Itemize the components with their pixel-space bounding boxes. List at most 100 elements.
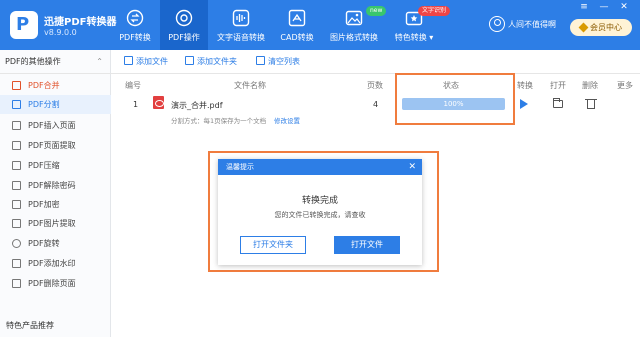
sidebar-item-pdf-merge[interactable]: PDF合并 (0, 76, 111, 95)
add-file-label: 添加文件 (136, 57, 168, 66)
delete-page-icon (12, 279, 21, 288)
conversion-complete-dialog: 温馨提示 ✕ 转换完成 您的文件已转换完成，请查收 打开文件夹 打开文件 (218, 159, 422, 265)
close-button[interactable]: ✕ (618, 2, 630, 12)
add-folder-label: 添加文件夹 (197, 57, 237, 66)
watermark-icon (12, 259, 21, 268)
nav-label: CAD转换 (280, 33, 314, 42)
row-pages: 4 (373, 100, 379, 109)
clear-list-icon (256, 56, 265, 65)
cad-icon (288, 9, 306, 27)
col-more: 更多 (617, 81, 633, 90)
row-filename: 演示_合并.pdf (171, 101, 223, 110)
nav-cad-convert[interactable]: CAD转换 (276, 0, 318, 50)
extract-page-icon (12, 141, 21, 150)
sidebar-item-label: PDF图片提取 (28, 219, 76, 228)
clear-list-label: 清空列表 (268, 57, 300, 66)
merge-icon (12, 81, 21, 90)
table-row[interactable]: 1 演示_合并.pdf 分割方式：每1页保存为一个文档 修改设置 4 (111, 94, 640, 126)
compress-icon (12, 161, 21, 170)
member-center-button[interactable]: 会员中心 (570, 19, 632, 36)
dialog-title: 转换完成 (301, 196, 338, 206)
col-delete: 删除 (582, 81, 598, 90)
dialog-message: 您的文件已转换完成，请查收 (274, 211, 366, 219)
sidebar-item-label: PDF分割 (28, 100, 60, 109)
nav-pdf-convert[interactable]: PDF转换 (112, 0, 158, 50)
image-icon (345, 9, 363, 27)
convert-icon (126, 9, 144, 27)
audio-wave-icon (232, 9, 250, 27)
trash-icon[interactable] (585, 99, 597, 109)
sidebar-item-pdf-extract-page[interactable]: PDF页面提取 (0, 136, 111, 155)
sidebar-item-label: PDF页面提取 (28, 141, 76, 150)
col-open: 打开 (550, 81, 566, 90)
toolbar: 添加文件 添加文件夹 清空列表 (111, 50, 640, 74)
sidebar-item-pdf-watermark[interactable]: PDF添加水印 (0, 254, 111, 273)
sidebar-item-pdf-split[interactable]: PDF分割 (0, 95, 111, 114)
nav-label-text: 特色转换 (394, 33, 427, 42)
sidebar-header[interactable]: PDF的其他操作 ⌃ (0, 50, 111, 74)
pdf-file-icon (153, 96, 164, 109)
nav-label: 文字语音转换 (217, 33, 265, 42)
rotate-icon (12, 239, 21, 248)
open-folder-button[interactable]: 打开文件夹 (240, 236, 306, 254)
chevron-up-icon[interactable]: ⌃ (96, 50, 103, 74)
minimize-button[interactable]: — (598, 2, 610, 12)
close-icon[interactable]: ✕ (408, 159, 416, 175)
clear-list-button[interactable]: 清空列表 (256, 56, 300, 67)
sidebar-item-pdf-encrypt[interactable]: PDF加密 (0, 195, 111, 214)
image-extract-icon (12, 219, 21, 228)
new-badge: new (366, 6, 387, 16)
col-pages: 页数 (367, 81, 383, 90)
sidebar-header-label: PDF的其他操作 (5, 57, 61, 66)
sidebar-item-label: PDF压缩 (28, 161, 60, 170)
pdf-operation-icon (175, 9, 193, 27)
col-index: 编号 (125, 81, 141, 90)
dialog-header-title: 温馨提示 (226, 163, 254, 171)
app-logo: P (10, 11, 38, 39)
sidebar-item-pdf-insert-page[interactable]: PDF插入页面 (0, 116, 111, 135)
nav-pdf-operation[interactable]: PDF操作 (160, 0, 208, 50)
sidebar-item-label: PDF合并 (28, 81, 60, 90)
modify-settings-link[interactable]: 修改设置 (274, 115, 300, 125)
diamond-icon (578, 22, 589, 33)
unlock-icon (12, 181, 21, 190)
play-icon[interactable] (520, 99, 528, 109)
sidebar: PDF的其他操作 ⌃ PDF合并 PDF分割 PDF插入页面 PDF页面提取 PD… (0, 50, 111, 337)
sidebar-item-label: PDF旋转 (28, 239, 60, 248)
status-highlight-box (395, 73, 515, 125)
nav-label: 图片格式转换 (330, 33, 378, 42)
row-split-mode: 分割方式：每1页保存为一个文档 (171, 117, 267, 125)
menu-icon[interactable]: ≡ (578, 2, 590, 12)
sidebar-item-pdf-image-extract[interactable]: PDF图片提取 (0, 214, 111, 233)
add-folder-button[interactable]: 添加文件夹 (185, 56, 237, 67)
ocr-badge: 文字识别 (418, 6, 451, 16)
user-name[interactable]: 人间不值得啊 (508, 19, 556, 30)
add-file-button[interactable]: 添加文件 (124, 56, 168, 67)
open-file-button[interactable]: 打开文件 (334, 236, 400, 254)
sidebar-item-pdf-rotate[interactable]: PDF旋转 (0, 234, 111, 253)
logo-letter: P (16, 14, 30, 35)
folder-open-icon[interactable] (553, 98, 563, 108)
split-icon (12, 100, 21, 109)
app-name: 迅捷PDF转换器 (44, 17, 117, 28)
member-center-label: 会员中心 (590, 23, 622, 32)
sidebar-item-label: PDF加密 (28, 200, 60, 209)
sidebar-item-pdf-unlock[interactable]: PDF解除密码 (0, 176, 111, 195)
chevron-down-icon: ▾ (429, 33, 434, 42)
nav-text-speech[interactable]: 文字语音转换 (212, 0, 270, 50)
sidebar-item-pdf-compress[interactable]: PDF压缩 (0, 156, 111, 175)
app-version: v8.9.0.0 (44, 28, 77, 37)
col-convert: 转换 (517, 81, 533, 90)
top-bar: P 迅捷PDF转换器 v8.9.0.0 PDF转换 PDF操作 文字语音转换 C… (0, 0, 640, 50)
sidebar-item-pdf-delete-page[interactable]: PDF删除页面 (0, 274, 111, 293)
insert-page-icon (12, 121, 21, 130)
user-avatar-icon[interactable] (489, 16, 505, 32)
nav-label: PDF操作 (168, 33, 200, 42)
add-folder-icon (185, 56, 194, 65)
add-file-icon (124, 56, 133, 65)
nav-label: PDF转换 (119, 33, 151, 42)
sidebar-item-label: PDF插入页面 (28, 121, 76, 130)
sidebar-item-label: PDF添加水印 (28, 259, 76, 268)
row-index: 1 (133, 100, 139, 109)
dialog-header: 温馨提示 ✕ (218, 159, 422, 175)
